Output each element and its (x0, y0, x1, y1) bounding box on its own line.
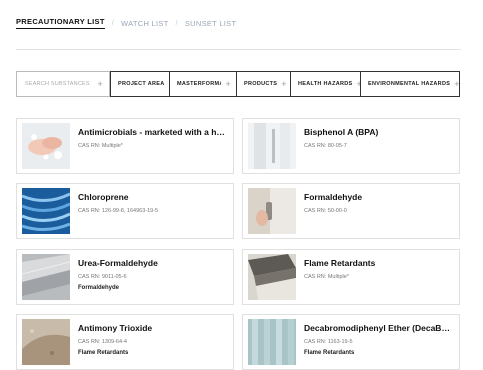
plus-icon: + (225, 79, 231, 89)
card-cas-number: CAS RN: Multiple* (304, 274, 349, 280)
filter-label: ENVIRONMENTAL HAZARDS (368, 81, 451, 87)
card-cas-number: CAS RN: 1309-64-4 (78, 339, 127, 345)
card-title: Decabromodiphenyl Ether (DecaBDE) (304, 323, 453, 333)
substance-card-urea-formaldehyde[interactable]: Urea-Formaldehyde CAS RN: 9011-05-6 Form… (16, 249, 234, 305)
tab-sunset-list[interactable]: SUNSET LIST (185, 19, 237, 28)
card-cas-number: CAS RN: 1163-19-5 (304, 339, 353, 345)
card-title: Chloroprene (78, 192, 129, 202)
filter-bar: SEARCH SUBSTANCES + PROJECT AREA+ MASTER… (16, 71, 460, 97)
filter-label: PROJECT AREA (118, 81, 165, 87)
plus-icon: + (454, 79, 459, 89)
filter-masterformat[interactable]: MASTERFORMAT + (169, 72, 236, 96)
search-substances-input[interactable]: SEARCH SUBSTANCES + (16, 71, 110, 97)
fabric-panel-image (248, 319, 296, 365)
card-cas-number: CAS RN: 9011-05-6 (78, 274, 127, 280)
network-cables-image (22, 188, 70, 234)
tab-watch-list[interactable]: WATCH LIST (121, 19, 169, 28)
card-title: Antimony Trioxide (78, 323, 153, 333)
substance-card-antimony-trioxide[interactable]: Antimony Trioxide CAS RN: 1309-64-4 Flam… (16, 314, 234, 370)
hands-washing-image (22, 123, 70, 169)
list-tabs: PRECAUTIONARY LIST / WATCH LIST / SUNSET… (16, 17, 236, 29)
substance-card-bisphenol-a[interactable]: Bisphenol A (BPA) CAS RN: 80-05-7 (242, 118, 460, 174)
divider (16, 49, 461, 50)
filter-label: PRODUCTS (244, 81, 278, 87)
filter-label: MASTERFORMAT (177, 81, 221, 87)
filter-products[interactable]: PRODUCTS + (236, 72, 290, 96)
ceiling-panel-image (22, 254, 70, 300)
plus-icon: + (281, 79, 287, 89)
search-placeholder: SEARCH SUBSTANCES (25, 81, 90, 87)
card-cas-number: CAS RN: Multiple* (78, 143, 123, 149)
card-title: Bisphenol A (BPA) (304, 127, 379, 137)
card-title: Flame Retardants (304, 258, 376, 268)
filter-health-hazards[interactable]: HEALTH HAZARDS+ (290, 72, 360, 96)
card-title: Formaldehyde (304, 192, 363, 202)
card-category: Flame Retardants (304, 350, 355, 356)
filter-environmental-hazards[interactable]: ENVIRONMENTAL HAZARDS+ (360, 72, 459, 96)
substance-card-chloroprene[interactable]: Chloroprene CAS RN: 126-99-8, 164963-19-… (16, 183, 234, 239)
card-category: Formaldehyde (78, 285, 120, 291)
carpet-fabric-image (22, 319, 70, 365)
substance-card-antimicrobials[interactable]: Antimicrobials - marketed with a health … (16, 118, 234, 174)
card-cas-number: CAS RN: 126-99-8, 164963-19-5 (78, 208, 159, 214)
card-title: Urea-Formaldehyde (78, 258, 158, 268)
card-cas-number: CAS RN: 50-00-0 (304, 208, 347, 214)
card-category: Flame Retardants (78, 350, 129, 356)
filter-label: HEALTH HAZARDS (298, 81, 353, 87)
substance-card-formaldehyde[interactable]: Formaldehyde CAS RN: 50-00-0 (242, 183, 460, 239)
card-title: Antimicrobials - marketed with a health … (78, 127, 227, 137)
cabinet-handle-image (248, 188, 296, 234)
card-cas-number: CAS RN: 80-05-7 (304, 143, 347, 149)
tab-separator: / (111, 19, 114, 27)
substance-card-decabde[interactable]: Decabromodiphenyl Ether (DecaBDE) CAS RN… (242, 314, 460, 370)
insulation-board-image (248, 254, 296, 300)
plus-icon: + (97, 79, 103, 89)
tab-separator: / (175, 19, 178, 27)
tab-precautionary-list[interactable]: PRECAUTIONARY LIST (16, 17, 105, 29)
filter-project-area[interactable]: PROJECT AREA+ (110, 72, 169, 96)
substance-card-flame-retardants[interactable]: Flame Retardants CAS RN: Multiple* (242, 249, 460, 305)
door-handle-image (248, 123, 296, 169)
